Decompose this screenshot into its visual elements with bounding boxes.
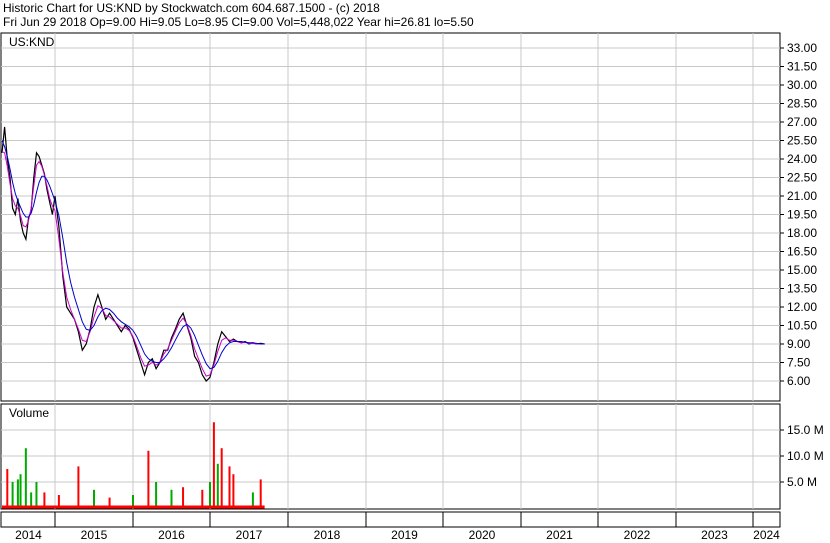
price-tick-label: 16.50 [787,245,817,259]
price-panel-frame [0,32,781,402]
x-axis-year-label: 2019 [391,528,418,542]
price-tick-label: 33.00 [787,41,817,55]
stock-chart: 33.00 31.50 30.00 28.50 27.00 25.50 24.00 22.50… [0,32,824,542]
price-tick-label: 6.00 [787,374,811,388]
x-axis-year-label: 2022 [624,528,651,542]
price-panel-title: US:KND [9,35,55,49]
price-tick-label: 19.50 [787,208,817,222]
price-tick-label: 10.50 [787,319,817,333]
x-axis-frame [0,511,781,528]
volume-tick-label: 10.0 M [787,449,824,463]
price-tick-label: 12.00 [787,300,817,314]
price-tick-label: 28.50 [787,97,817,111]
x-axis-year-label: 2018 [314,528,341,542]
price-tick-label: 22.50 [787,171,817,185]
price-tick-label: 18.00 [787,226,817,240]
price-tick-label: 24.00 [787,152,817,166]
x-axis-year-label: 2023 [701,528,728,542]
x-axis-year-label: 2020 [469,528,496,542]
x-axis-year-label: 2017 [236,528,263,542]
volume-panel-title: Volume [9,406,49,420]
price-tick-label: 13.50 [787,282,817,296]
price-tick-label: 21.00 [787,189,817,203]
x-axis-year-label: 2014 [15,528,42,542]
volume-tick-label: 5.0 M [787,475,817,489]
volume-tick-label: 15.0 M [787,423,824,437]
price-tick-label: 27.00 [787,115,817,129]
x-axis-year-label: 2021 [546,528,573,542]
price-tick-label: 31.50 [787,60,817,74]
chart-panels [0,32,781,528]
x-axis-year-label: 2016 [158,528,185,542]
price-tick-label: 25.50 [787,134,817,148]
price-tick-label: 7.50 [787,356,811,370]
price-tick-label: 15.00 [787,263,817,277]
x-axis-year-label: 2015 [81,528,108,542]
price-tick-label: 30.00 [787,78,817,92]
x-axis-year-label: 2024 [753,528,780,542]
price-tick-label: 9.00 [787,337,811,351]
